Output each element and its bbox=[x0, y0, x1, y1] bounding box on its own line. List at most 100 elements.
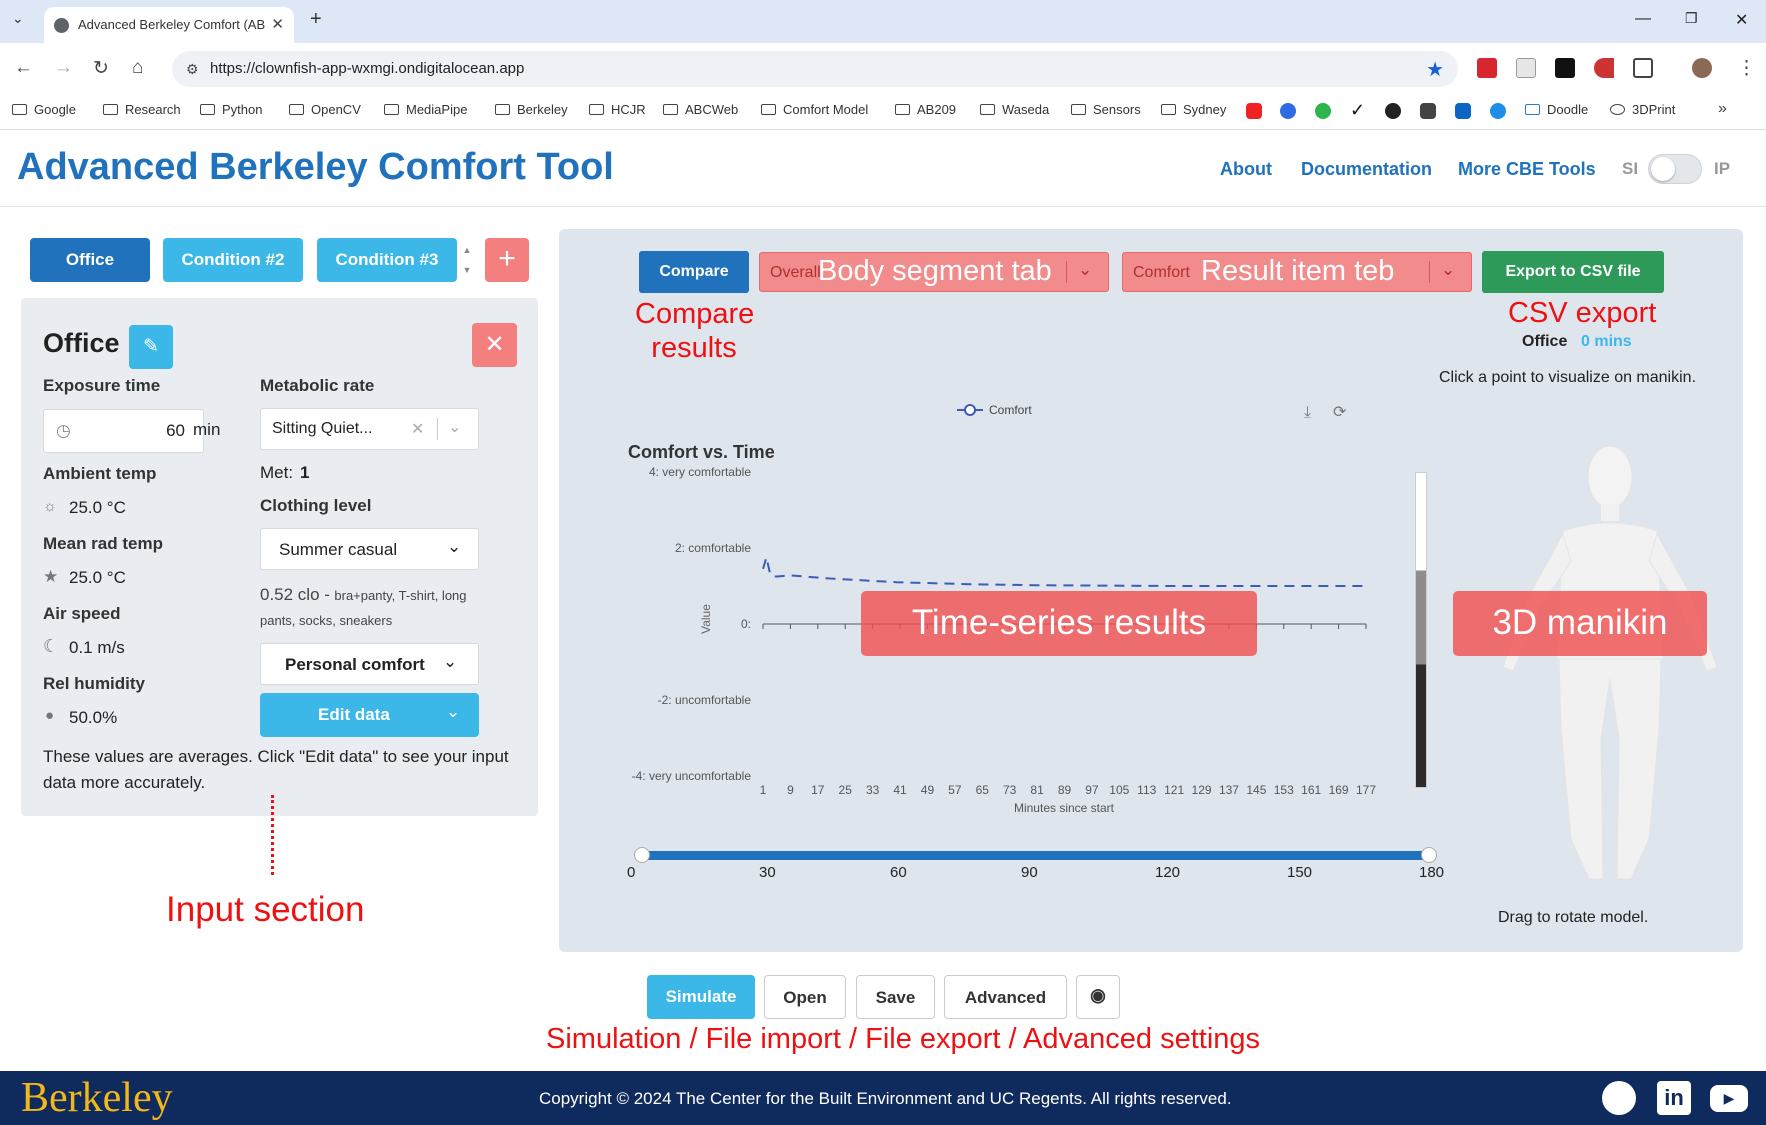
add-condition-button[interactable]: + bbox=[485, 238, 529, 282]
sun-icon: ☼ bbox=[43, 498, 57, 515]
bookmark-comfort-model[interactable]: Comfort Model bbox=[761, 102, 868, 117]
delete-condition-button[interactable]: ✕ bbox=[472, 323, 517, 367]
extension-icon[interactable] bbox=[1516, 58, 1536, 78]
new-tab-icon[interactable]: + bbox=[310, 8, 322, 31]
doodle-icon bbox=[1525, 104, 1540, 115]
body-segment-select[interactable]: Overall Body segment tab ⌄ bbox=[759, 252, 1109, 292]
nav-about[interactable]: About bbox=[1220, 159, 1272, 180]
browser-tab[interactable]: Advanced Berkeley Comfort (AB ✕ bbox=[44, 7, 294, 43]
x-tick-label: 153 bbox=[1274, 783, 1294, 797]
tab-scroll-arrows[interactable]: ▲ ▼ bbox=[460, 240, 474, 282]
download-icon[interactable]: ⤓ bbox=[1304, 402, 1311, 421]
checkmark-icon[interactable]: ✓ bbox=[1350, 100, 1365, 121]
results-panel: Compare Overall Body segment tab ⌄ Comfo… bbox=[559, 229, 1743, 952]
zoom-icon[interactable] bbox=[1280, 103, 1296, 119]
close-window-icon[interactable]: ✕ bbox=[1735, 10, 1748, 30]
range-handle-start[interactable] bbox=[634, 847, 650, 863]
clothing-select[interactable]: Summer casual ⌄ bbox=[260, 528, 479, 570]
tab-condition-3[interactable]: Condition #3 bbox=[317, 238, 457, 282]
linkedin-icon[interactable] bbox=[1455, 103, 1471, 119]
tab-condition-2[interactable]: Condition #2 bbox=[163, 238, 303, 282]
range-handle-end[interactable] bbox=[1421, 847, 1437, 863]
open-button[interactable]: Open bbox=[764, 975, 846, 1019]
manikin-3d-view[interactable] bbox=[1479, 439, 1739, 899]
x-tick-label: 145 bbox=[1246, 783, 1266, 797]
layers-icon[interactable] bbox=[1420, 103, 1436, 119]
linkedin-icon[interactable]: in bbox=[1657, 1081, 1691, 1115]
globe-icon[interactable] bbox=[1490, 103, 1506, 119]
annotation-compare-results: Compare results bbox=[635, 298, 755, 364]
visibility-button[interactable]: ◉ bbox=[1076, 975, 1120, 1019]
exposure-unit: min bbox=[193, 420, 221, 439]
close-icon: ✕ bbox=[484, 331, 505, 358]
more-bookmarks-icon[interactable]: » bbox=[1718, 100, 1727, 118]
comfort-series-line[interactable] bbox=[762, 553, 1366, 587]
globe-icon bbox=[54, 18, 69, 33]
bookmark-hcjr[interactable]: HCJR bbox=[589, 102, 646, 117]
restore-icon[interactable]: ❐ bbox=[1685, 10, 1698, 27]
unit-toggle[interactable] bbox=[1648, 154, 1702, 184]
refresh-icon[interactable]: ⟳ bbox=[1333, 402, 1347, 421]
bookmark-sensors[interactable]: Sensors bbox=[1071, 102, 1141, 117]
simulate-button[interactable]: Simulate bbox=[647, 975, 755, 1019]
github-icon[interactable] bbox=[1385, 103, 1401, 119]
url-input[interactable]: ⚙ https://clownfish-app-wxmgi.ondigitalo… bbox=[172, 51, 1458, 87]
youtube-icon[interactable] bbox=[1246, 103, 1262, 119]
x-tick-label: 17 bbox=[811, 783, 825, 797]
forward-icon[interactable]: → bbox=[54, 57, 73, 79]
nav-more-cbe-tools[interactable]: More CBE Tools bbox=[1458, 159, 1596, 180]
export-csv-button[interactable]: Export to CSV file bbox=[1482, 251, 1664, 293]
edit-name-button[interactable]: ✎ bbox=[129, 325, 173, 369]
youtube-icon[interactable]: ▶ bbox=[1710, 1085, 1748, 1112]
tab-office[interactable]: Office bbox=[30, 238, 150, 282]
extension-icon[interactable] bbox=[1555, 58, 1575, 78]
bookmark-doodle[interactable]: Doodle bbox=[1525, 102, 1588, 117]
compare-button[interactable]: Compare bbox=[639, 251, 749, 293]
megaphone-icon[interactable] bbox=[1594, 58, 1614, 78]
bookmark-sydney[interactable]: Sydney bbox=[1161, 102, 1226, 117]
extension-icon[interactable] bbox=[1477, 58, 1497, 78]
tab-list-icon[interactable]: ⌄ bbox=[12, 10, 24, 27]
bookmark-mediapipe[interactable]: MediaPipe bbox=[384, 102, 467, 117]
home-icon[interactable]: ⌂ bbox=[132, 57, 143, 79]
bookmark-opencv[interactable]: OpenCV bbox=[289, 102, 361, 117]
save-button[interactable]: Save bbox=[856, 975, 935, 1019]
metabolic-rate-select[interactable]: Sitting Quiet... ✕ ⌄ bbox=[260, 408, 479, 450]
bookmark-star-icon[interactable]: ★ bbox=[1426, 57, 1444, 82]
bookmark-ab209[interactable]: AB209 bbox=[895, 102, 956, 117]
manikin-legs bbox=[1558, 658, 1662, 880]
x-tick-label: 177 bbox=[1356, 783, 1376, 797]
exposure-input[interactable]: ◷ 60 bbox=[43, 409, 204, 453]
result-item-select[interactable]: Comfort Result item teb ⌄ bbox=[1122, 252, 1472, 292]
y-tick-label: -2: uncomfortable bbox=[658, 693, 752, 707]
x-tick-label: 113 bbox=[1137, 783, 1156, 797]
extensions-puzzle-icon[interactable] bbox=[1633, 58, 1653, 78]
menu-kebab-icon[interactable]: ⋮ bbox=[1737, 57, 1756, 80]
bookmark-google[interactable]: Google bbox=[12, 102, 76, 117]
bookmark-3dprint[interactable]: 3DPrint bbox=[1610, 102, 1675, 117]
time-range-track[interactable] bbox=[641, 851, 1431, 860]
reload-icon[interactable]: ↻ bbox=[93, 57, 109, 80]
github-icon[interactable] bbox=[1602, 1081, 1636, 1115]
clear-icon[interactable]: ✕ bbox=[411, 419, 424, 439]
manikin-head bbox=[1587, 445, 1633, 509]
clothing-level-label: Clothing level bbox=[260, 496, 372, 515]
advanced-button[interactable]: Advanced bbox=[944, 975, 1067, 1019]
bookmark-research[interactable]: Research bbox=[103, 102, 181, 117]
bookmark-berkeley[interactable]: Berkeley bbox=[495, 102, 568, 117]
nav-documentation[interactable]: Documentation bbox=[1301, 159, 1432, 180]
whatsapp-icon[interactable] bbox=[1315, 103, 1331, 119]
bookmark-abcweb[interactable]: ABCWeb bbox=[663, 102, 738, 117]
personal-comfort-select[interactable]: Personal comfort ⌄ bbox=[260, 643, 479, 685]
bookmark-waseda[interactable]: Waseda bbox=[980, 102, 1049, 117]
bookmark-python[interactable]: Python bbox=[200, 102, 262, 117]
minimize-icon[interactable]: — bbox=[1635, 10, 1651, 28]
chevron-down-icon: ⌄ bbox=[443, 652, 458, 671]
edit-data-button[interactable]: Edit data ⌄ bbox=[260, 693, 479, 737]
site-info-icon[interactable]: ⚙ bbox=[186, 61, 199, 78]
chart-legend[interactable]: Comfort bbox=[957, 403, 1032, 417]
back-icon[interactable]: ← bbox=[14, 57, 33, 79]
profile-avatar[interactable] bbox=[1692, 58, 1712, 78]
close-tab-icon[interactable]: ✕ bbox=[271, 15, 284, 33]
y-tick-label: 0: bbox=[741, 617, 751, 631]
